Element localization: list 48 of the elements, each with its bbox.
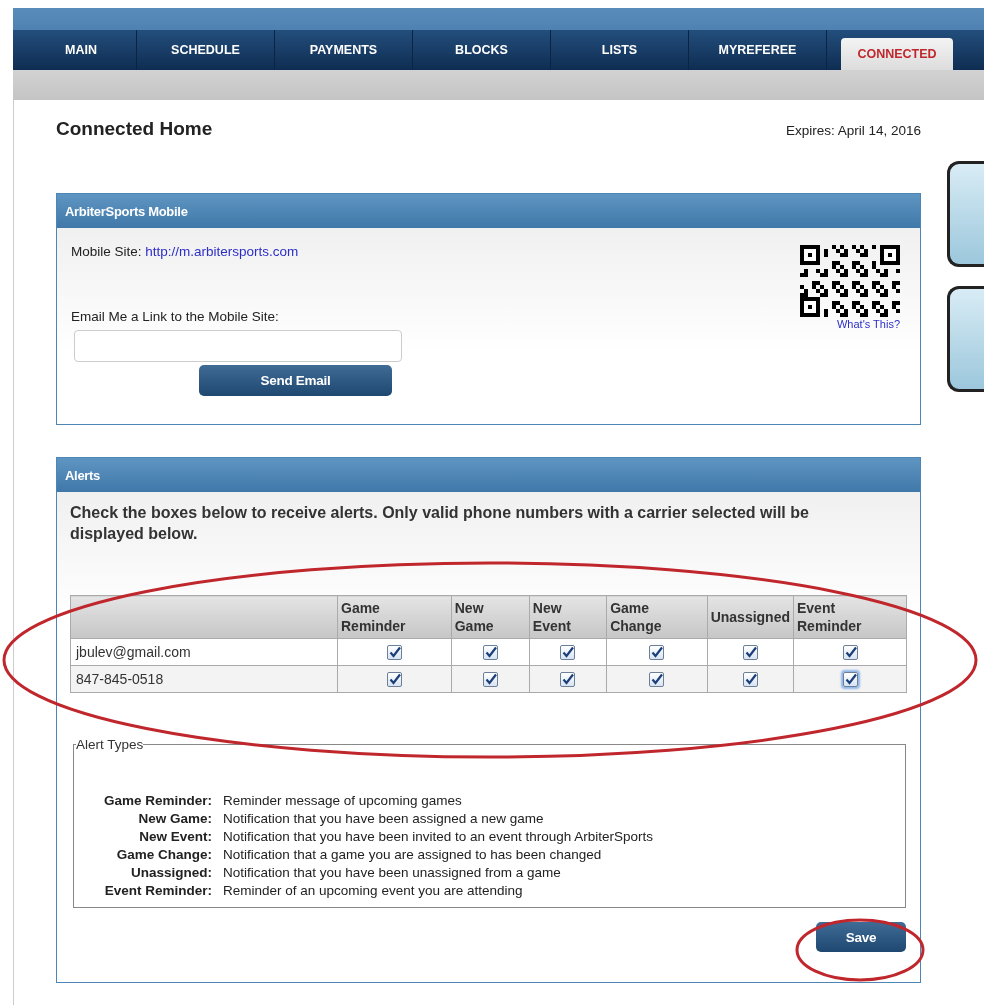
send-email-button[interactable]: Send Email: [199, 365, 392, 396]
email-field[interactable]: [74, 330, 402, 362]
checkbox[interactable]: [482, 672, 498, 688]
checkbox[interactable]: [482, 645, 498, 661]
panel-header: ArbiterSports Mobile: [57, 194, 920, 228]
save-button[interactable]: Save: [816, 922, 906, 952]
alert-types-legend: Alert Types: [76, 737, 144, 752]
contact-cell: jbulev@gmail.com: [70, 638, 338, 666]
side-button[interactable]: [947, 161, 984, 267]
checkbox[interactable]: [560, 645, 576, 661]
alert-type-description: Notification that a game you are assigned to has been changed: [223, 846, 603, 864]
contact-cell: 847-845-0518: [70, 665, 338, 693]
alert-type-description: Notification that you have been unassigned from a game: [223, 864, 562, 882]
column-header: Game Reminder: [337, 595, 452, 639]
alert-type-name: Event Reminder:: [104, 882, 213, 900]
checkbox[interactable]: [560, 672, 576, 688]
column-header: Game Change: [606, 595, 708, 639]
instructions-text: Check the boxes below to receive alerts. Only valid phone numbers with a carrier selected will be displayed below.: [70, 503, 810, 544]
alert-type-description: Reminder of an upcoming event you are attending: [223, 882, 524, 900]
checkbox[interactable]: [386, 672, 402, 688]
checkbox[interactable]: [649, 645, 665, 661]
alert-type-description: Notification that you have been invited to an event through ArbiterSports: [223, 828, 655, 846]
mobile-site-text: Mobile Site: http://m.arbitersports.com: [71, 244, 300, 259]
email-label: Email Me a Link to the Mobile Site:: [71, 309, 280, 324]
panel-header: Alerts: [57, 458, 920, 492]
page-title: Connected Home: [56, 118, 213, 140]
checkbox[interactable]: [386, 645, 402, 661]
alert-type-name: Unassigned:: [130, 864, 213, 882]
whats-this-link[interactable]: What's This?: [836, 318, 900, 330]
checkbox[interactable]: [842, 672, 858, 688]
column-header: New Game: [451, 595, 530, 639]
checkbox[interactable]: [842, 645, 858, 661]
expiry-date: Expires: April 14, 2016: [785, 123, 921, 138]
column-header: Unassigned: [707, 595, 794, 639]
alert-type-name: New Game:: [137, 810, 213, 828]
alert-type-description: Notification that you have been assigned a new game: [223, 810, 545, 828]
column-header: Event Reminder: [793, 595, 907, 639]
column-header: New Event: [529, 595, 607, 639]
alert-type-name: New Event:: [138, 828, 213, 846]
checkbox[interactable]: [742, 645, 758, 661]
alert-type-name: Game Change:: [115, 846, 213, 864]
alert-type-name: Game Reminder:: [104, 792, 213, 810]
alert-type-description: Reminder message of upcoming games: [223, 792, 463, 810]
checkbox[interactable]: [742, 672, 758, 688]
site-link[interactable]: http://m.arbitersports.com: [145, 244, 299, 259]
checkbox[interactable]: [649, 672, 665, 688]
nav-tab[interactable]: CONNECTED: [841, 38, 953, 70]
side-button[interactable]: [947, 286, 984, 392]
